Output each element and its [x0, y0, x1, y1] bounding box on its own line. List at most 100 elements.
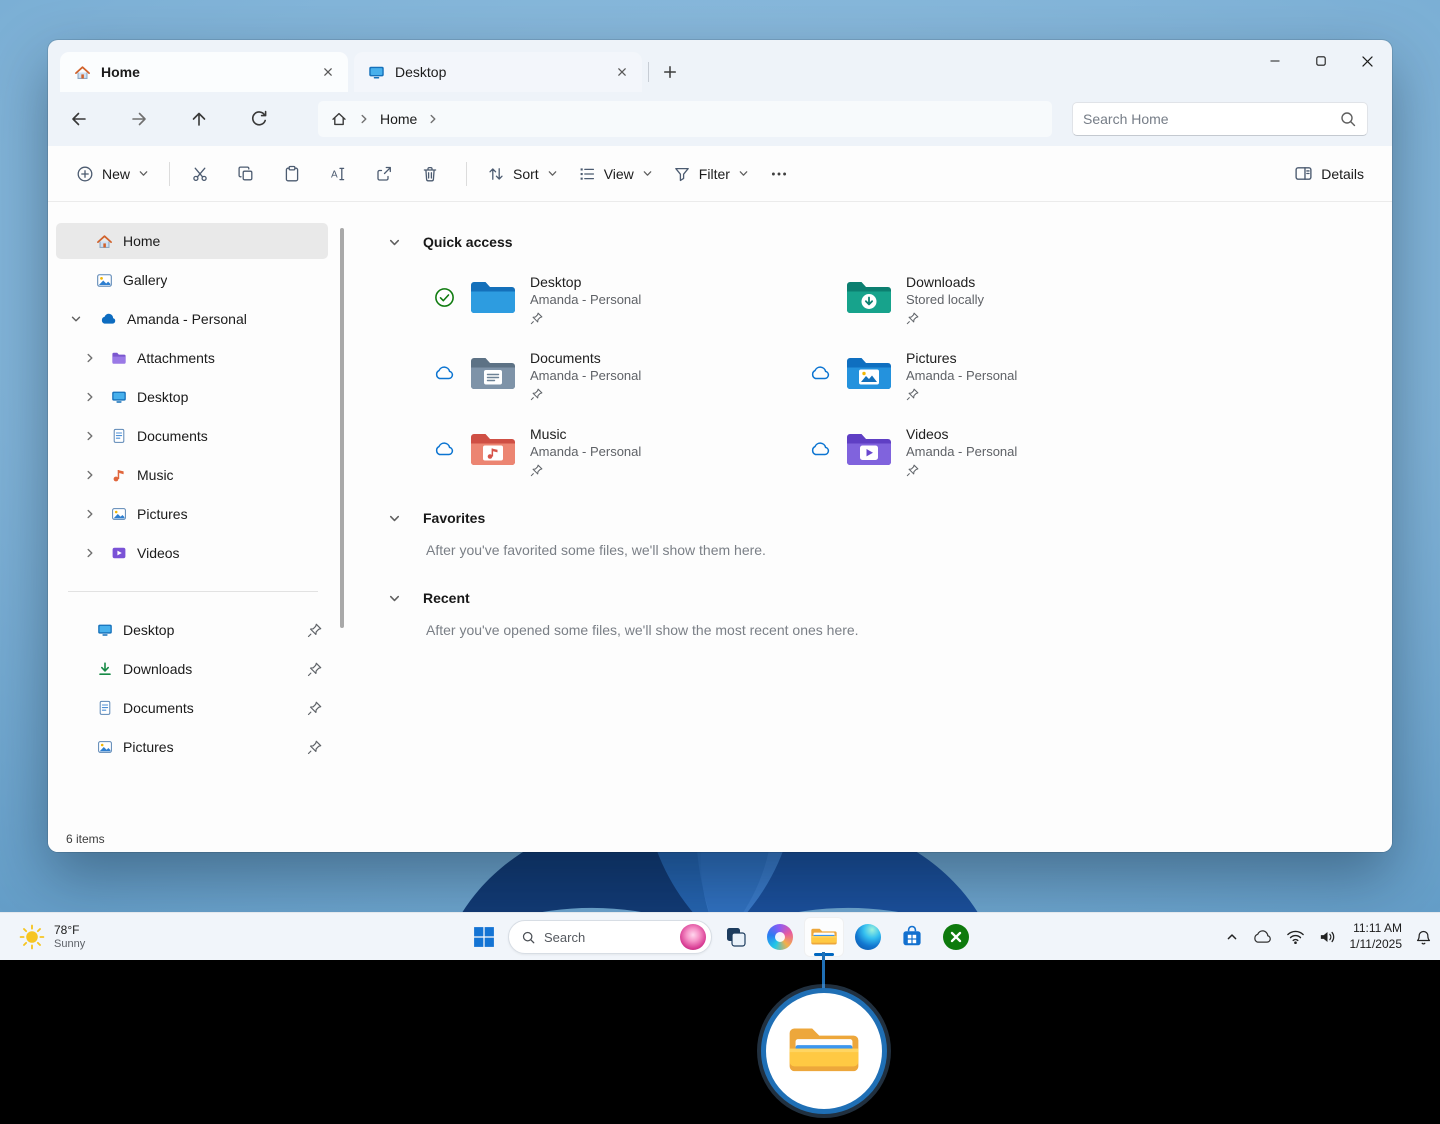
breadcrumb[interactable]: Home	[318, 101, 1052, 137]
delete-button[interactable]	[410, 156, 450, 192]
maximize-button[interactable]	[1298, 40, 1344, 82]
start-button[interactable]	[464, 917, 504, 957]
sidebar-scrollbar[interactable]	[336, 202, 348, 826]
section-recent[interactable]: Recent	[388, 590, 1392, 606]
copilot-icon	[767, 924, 793, 950]
chevron-right-icon[interactable]	[84, 430, 96, 442]
tab-home[interactable]: Home	[60, 52, 348, 92]
quick-access-item-desktop[interactable]: Desktop Amanda - Personal	[432, 274, 808, 326]
details-button[interactable]: Details	[1284, 156, 1374, 192]
chevron-down-icon[interactable]	[70, 313, 82, 325]
task-view-button[interactable]	[716, 917, 756, 957]
tab-close-icon[interactable]	[610, 60, 634, 84]
explorer-content: Home Gallery Amanda - Personal Attachmen…	[48, 202, 1392, 826]
search-input[interactable]	[1083, 111, 1339, 127]
taskbar-search[interactable]: Search	[508, 920, 712, 954]
close-button[interactable]	[1344, 40, 1390, 82]
quick-access-item-downloads[interactable]: Downloads Stored locally	[808, 274, 1184, 326]
chevron-right-icon[interactable]	[84, 352, 96, 364]
copy-button[interactable]	[226, 156, 266, 192]
hidden-icons-chevron[interactable]	[1225, 919, 1239, 955]
refresh-button[interactable]	[242, 102, 276, 136]
cut-button[interactable]	[180, 156, 220, 192]
sort-button[interactable]: Sort	[477, 156, 568, 192]
share-button[interactable]	[364, 156, 404, 192]
cloud-status-icon	[808, 438, 832, 460]
forward-button[interactable]	[122, 102, 156, 136]
svg-text:A: A	[331, 169, 338, 180]
item-subtitle: Amanda - Personal	[906, 368, 1017, 383]
edge-button[interactable]	[848, 917, 888, 957]
sidebar-item-desktop[interactable]: Desktop	[56, 379, 328, 415]
scrollbar-thumb[interactable]	[340, 228, 344, 628]
sidebar-pinned-downloads[interactable]: Downloads	[56, 651, 328, 687]
notifications-bell-icon[interactable]	[1415, 919, 1432, 955]
chevron-right-icon[interactable]	[84, 391, 96, 403]
item-name: Desktop	[530, 274, 641, 290]
chevron-right-icon[interactable]	[84, 469, 96, 481]
volume-icon[interactable]	[1318, 919, 1337, 955]
sidebar-item-videos[interactable]: Videos	[56, 535, 328, 571]
chevron-down-icon[interactable]	[388, 512, 401, 525]
quick-access-item-documents[interactable]: Documents Amanda - Personal	[432, 350, 808, 402]
sidebar-item-documents[interactable]: Documents	[56, 418, 328, 454]
chevron-down-icon[interactable]	[388, 236, 401, 249]
microsoft-store-button[interactable]	[892, 917, 932, 957]
tab-desktop[interactable]: Desktop	[354, 52, 642, 92]
sidebar-item-attachments[interactable]: Attachments	[56, 340, 328, 376]
sidebar-item-home[interactable]: Home	[56, 223, 328, 259]
up-button[interactable]	[182, 102, 216, 136]
sidebar-pinned-pictures[interactable]: Pictures	[56, 729, 328, 765]
new-button[interactable]: New	[66, 156, 159, 192]
search-icon[interactable]	[1339, 110, 1357, 128]
music-folder-icon	[468, 429, 518, 471]
new-tab-button[interactable]	[655, 57, 685, 87]
filter-button[interactable]: Filter	[663, 156, 759, 192]
weather-widget[interactable]: 78°F Sunny	[10, 913, 93, 961]
search-box[interactable]	[1072, 102, 1368, 136]
copilot-button[interactable]	[760, 917, 800, 957]
sidebar-item-label: Documents	[137, 428, 208, 444]
pin-icon	[906, 312, 920, 326]
bing-daily-image[interactable]	[680, 924, 706, 950]
breadcrumb-segment[interactable]: Home	[380, 111, 417, 127]
back-button[interactable]	[62, 102, 96, 136]
system-tray: 11:11 AM 1/11/2025	[1225, 913, 1433, 961]
chevron-right-icon[interactable]	[427, 113, 439, 125]
quick-access-item-pictures[interactable]: Pictures Amanda - Personal	[808, 350, 1184, 402]
paste-button[interactable]	[272, 156, 312, 192]
section-quick-access[interactable]: Quick access	[388, 234, 1392, 250]
quick-access-item-videos[interactable]: Videos Amanda - Personal	[808, 426, 1184, 478]
chevron-right-icon[interactable]	[84, 508, 96, 520]
sidebar-item-label: Home	[123, 233, 160, 249]
details-pane-icon	[1294, 164, 1313, 183]
sidebar-item-music[interactable]: Music	[56, 457, 328, 493]
tab-label: Home	[101, 64, 306, 80]
view-icon	[578, 165, 596, 183]
xbox-button[interactable]	[936, 917, 976, 957]
more-options-button[interactable]	[759, 156, 799, 192]
sidebar-pinned-desktop[interactable]: Desktop	[56, 612, 328, 648]
sidebar-item-pictures[interactable]: Pictures	[56, 496, 328, 532]
desktop-folder-icon	[368, 64, 385, 81]
home-breadcrumb-icon[interactable]	[330, 110, 348, 128]
filter-icon	[673, 165, 691, 183]
wifi-icon[interactable]	[1286, 919, 1305, 955]
minimize-button[interactable]	[1252, 40, 1298, 82]
chevron-right-icon[interactable]	[84, 547, 96, 559]
file-explorer-button[interactable]	[804, 917, 844, 957]
sidebar-item-gallery[interactable]: Gallery	[56, 262, 328, 298]
onedrive-tray-icon[interactable]	[1252, 919, 1273, 955]
tab-separator	[648, 62, 649, 82]
quick-access-item-music[interactable]: Music Amanda - Personal	[432, 426, 808, 478]
sidebar-pinned-documents[interactable]: Documents	[56, 690, 328, 726]
tab-close-icon[interactable]	[316, 60, 340, 84]
rename-button[interactable]: A	[318, 156, 358, 192]
sidebar-item-onedrive-amanda[interactable]: Amanda - Personal	[56, 301, 328, 337]
view-button[interactable]: View	[568, 156, 663, 192]
section-favorites[interactable]: Favorites	[388, 510, 1392, 526]
taskbar-search-label: Search	[544, 930, 672, 945]
chevron-down-icon[interactable]	[388, 592, 401, 605]
clock-widget[interactable]: 11:11 AM 1/11/2025	[1350, 921, 1403, 952]
window-controls	[1252, 40, 1390, 82]
